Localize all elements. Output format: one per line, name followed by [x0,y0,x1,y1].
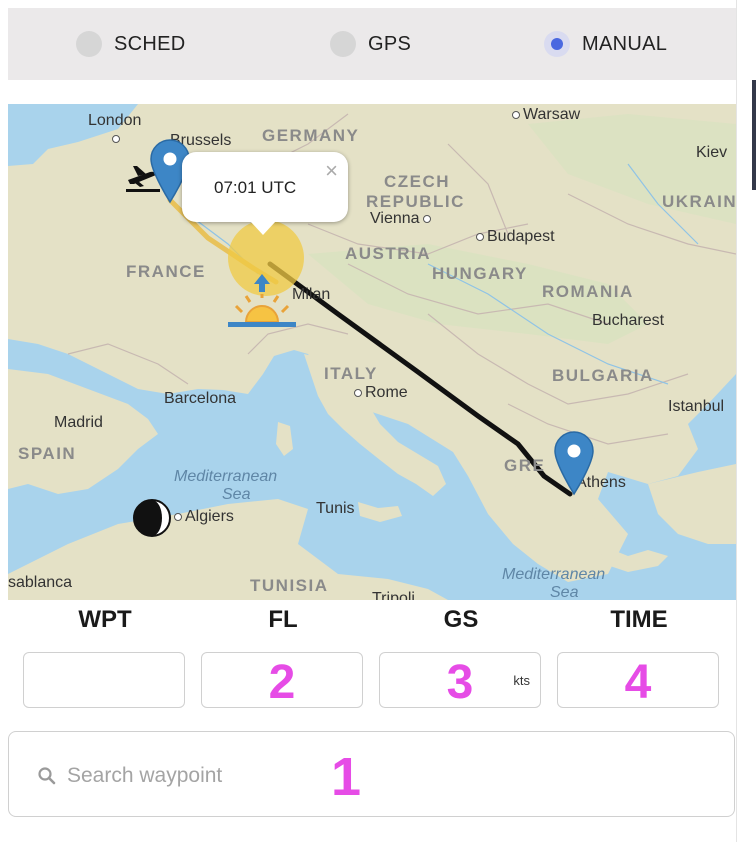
city-rome: Rome [354,384,408,402]
country-greece: GRE [504,456,546,475]
route-map[interactable]: London Brussels GERMANY Warsaw Kiev CZEC… [8,104,736,600]
gs-unit-label: kts [513,673,530,688]
sched-radio[interactable] [76,31,102,57]
popup-time-text: 07:01 UTC [214,178,297,197]
country-bulgaria: BULGARIA [552,366,654,385]
country-france: FRANCE [126,262,206,281]
country-romania: ROMANIA [542,282,634,301]
city-budapest: Budapest [476,228,555,246]
fl-marker: 2 [268,656,296,709]
country-tunisia: TUNISIA [250,576,329,595]
country-hungary: HUNGARY [432,264,528,283]
header-time: TIME [610,606,668,633]
gps-radio[interactable] [330,31,356,57]
country-ukraine: UKRAIN [662,192,736,211]
country-republic: REPUBLIC [366,192,465,211]
mode-manual-option[interactable]: MANUAL [544,30,667,58]
window-edge-dark [752,80,756,190]
time-field[interactable]: 4 [557,652,719,709]
header-fl: FL [268,606,298,633]
wpt-field[interactable] [23,652,185,708]
mode-gps-option[interactable]: GPS [330,30,411,58]
popup-close-button[interactable]: × [325,158,338,184]
city-tunis: Tunis [316,500,355,517]
sea-label-2: Mediterranean [502,566,606,583]
sea-label-1: Mediterranean [174,468,278,485]
country-germany: GERMANY [262,126,360,145]
fl-field[interactable]: 2 [201,652,363,709]
search-waypoint-input[interactable]: Search waypoint 1 [8,731,735,817]
city-casablanca: sablanca [8,574,73,591]
manual-radio[interactable] [544,31,570,57]
manual-label: MANUAL [582,32,668,55]
search-placeholder: Search waypoint [67,764,223,787]
city-istanbul: Istanbul [668,398,725,415]
city-warsaw: Warsaw [512,106,580,124]
gps-label: GPS [368,32,412,55]
city-barcelona: Barcelona [164,390,237,407]
search-icon [38,767,56,785]
header-gs: GS [443,606,479,633]
sea-label-2b: Sea [550,584,579,600]
map-background [8,104,736,600]
country-czech: CZECH [384,172,451,191]
header-wpt: WPT [78,606,132,633]
city-london: London [88,112,141,148]
sched-label: SCHED [114,32,186,55]
destination-pin-icon[interactable] [552,430,596,496]
search-marker: 1 [331,747,362,807]
city-madrid: Madrid [54,414,103,431]
time-popup: 07:01 UTC × [182,152,348,235]
city-kiev: Kiev [696,144,728,161]
mode-sched-option[interactable]: SCHED [76,30,186,58]
country-italy: ITALY [324,364,378,383]
country-spain: SPAIN [18,444,77,463]
sea-label-1b: Sea [222,486,251,503]
city-algiers: Algiers [174,508,234,526]
country-austria: AUSTRIA [345,244,432,263]
time-marker: 4 [624,656,652,709]
sunrise-icon [228,274,296,327]
gs-field[interactable]: 3 kts [379,652,541,709]
city-vienna: Vienna [370,210,434,228]
city-tripoli: Tripoli [372,590,415,600]
moon-phase-icon [133,499,171,537]
mode-selector: SCHED GPS MANUAL [8,8,736,80]
city-bucharest: Bucharest [592,312,665,329]
